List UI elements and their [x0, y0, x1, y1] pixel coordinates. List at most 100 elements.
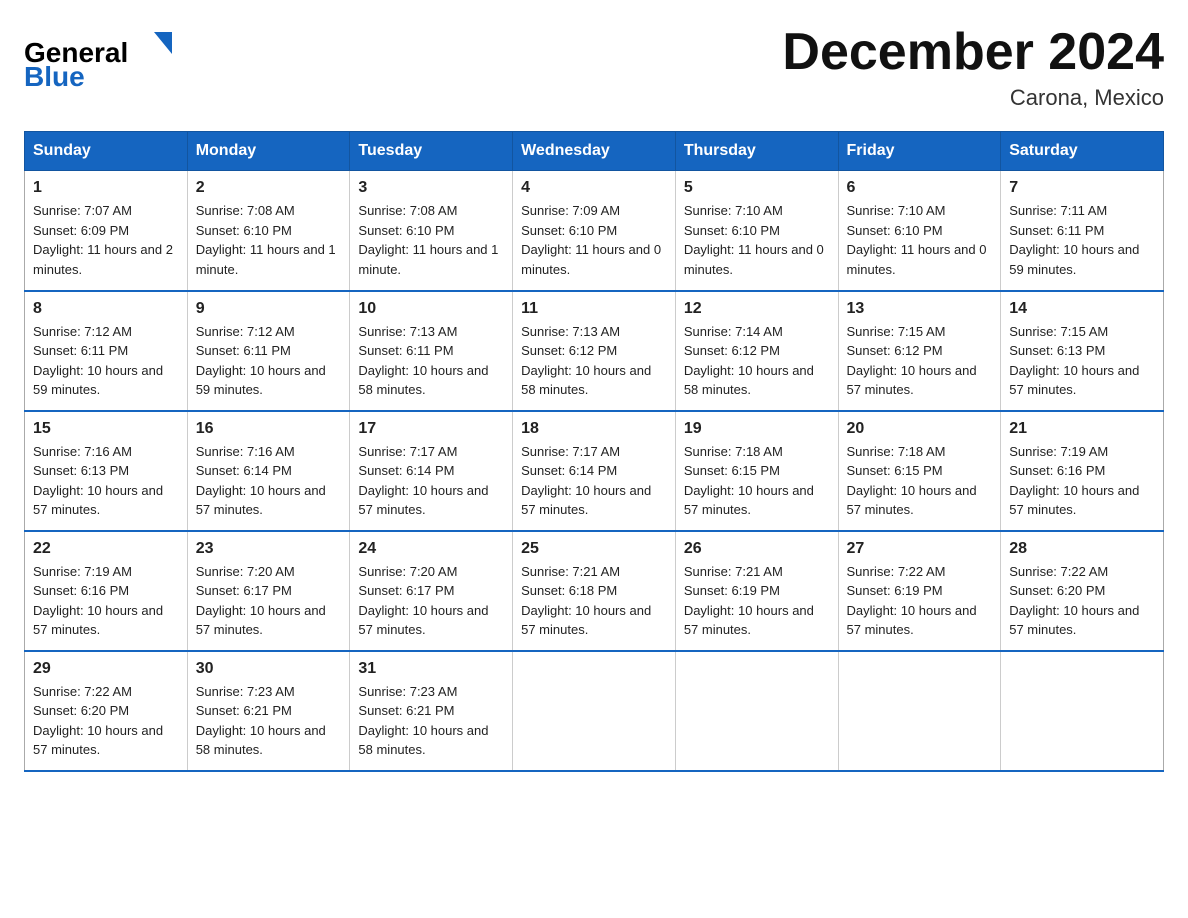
day-number: 9: [196, 300, 342, 318]
day-number: 18: [521, 420, 667, 438]
day-info: Sunrise: 7:08 AM Sunset: 6:10 PM Dayligh…: [358, 201, 504, 279]
day-info: Sunrise: 7:10 AM Sunset: 6:10 PM Dayligh…: [847, 201, 993, 279]
day-number: 20: [847, 420, 993, 438]
calendar-cell: [513, 651, 676, 771]
calendar-cell: 6 Sunrise: 7:10 AM Sunset: 6:10 PM Dayli…: [838, 171, 1001, 291]
calendar-cell: [675, 651, 838, 771]
day-info: Sunrise: 7:20 AM Sunset: 6:17 PM Dayligh…: [358, 562, 504, 640]
calendar-cell: 7 Sunrise: 7:11 AM Sunset: 6:11 PM Dayli…: [1001, 171, 1164, 291]
day-number: 25: [521, 540, 667, 558]
day-number: 23: [196, 540, 342, 558]
calendar-cell: 19 Sunrise: 7:18 AM Sunset: 6:15 PM Dayl…: [675, 411, 838, 531]
calendar-cell: 10 Sunrise: 7:13 AM Sunset: 6:11 PM Dayl…: [350, 291, 513, 411]
day-number: 30: [196, 660, 342, 678]
calendar-cell: 21 Sunrise: 7:19 AM Sunset: 6:16 PM Dayl…: [1001, 411, 1164, 531]
calendar-cell: 22 Sunrise: 7:19 AM Sunset: 6:16 PM Dayl…: [25, 531, 188, 651]
calendar-cell: 12 Sunrise: 7:14 AM Sunset: 6:12 PM Dayl…: [675, 291, 838, 411]
day-info: Sunrise: 7:13 AM Sunset: 6:11 PM Dayligh…: [358, 322, 504, 400]
calendar-cell: 24 Sunrise: 7:20 AM Sunset: 6:17 PM Dayl…: [350, 531, 513, 651]
day-number: 8: [33, 300, 179, 318]
calendar-cell: 26 Sunrise: 7:21 AM Sunset: 6:19 PM Dayl…: [675, 531, 838, 651]
calendar-cell: 14 Sunrise: 7:15 AM Sunset: 6:13 PM Dayl…: [1001, 291, 1164, 411]
header-tuesday: Tuesday: [350, 132, 513, 171]
page-header: General Blue December 2024 Carona, Mexic…: [24, 24, 1164, 111]
calendar-cell: 4 Sunrise: 7:09 AM Sunset: 6:10 PM Dayli…: [513, 171, 676, 291]
day-info: Sunrise: 7:13 AM Sunset: 6:12 PM Dayligh…: [521, 322, 667, 400]
day-number: 19: [684, 420, 830, 438]
day-info: Sunrise: 7:14 AM Sunset: 6:12 PM Dayligh…: [684, 322, 830, 400]
logo: General Blue: [24, 24, 184, 99]
day-number: 6: [847, 179, 993, 197]
day-number: 3: [358, 179, 504, 197]
header-saturday: Saturday: [1001, 132, 1164, 171]
day-info: Sunrise: 7:12 AM Sunset: 6:11 PM Dayligh…: [196, 322, 342, 400]
day-number: 5: [684, 179, 830, 197]
header-sunday: Sunday: [25, 132, 188, 171]
calendar-cell: 15 Sunrise: 7:16 AM Sunset: 6:13 PM Dayl…: [25, 411, 188, 531]
day-number: 24: [358, 540, 504, 558]
calendar-cell: 16 Sunrise: 7:16 AM Sunset: 6:14 PM Dayl…: [187, 411, 350, 531]
day-number: 27: [847, 540, 993, 558]
calendar-week-row: 15 Sunrise: 7:16 AM Sunset: 6:13 PM Dayl…: [25, 411, 1164, 531]
header-thursday: Thursday: [675, 132, 838, 171]
day-number: 4: [521, 179, 667, 197]
calendar-table: Sunday Monday Tuesday Wednesday Thursday…: [24, 131, 1164, 772]
day-number: 28: [1009, 540, 1155, 558]
day-number: 13: [847, 300, 993, 318]
calendar-cell: [838, 651, 1001, 771]
day-info: Sunrise: 7:22 AM Sunset: 6:20 PM Dayligh…: [1009, 562, 1155, 640]
day-info: Sunrise: 7:19 AM Sunset: 6:16 PM Dayligh…: [1009, 442, 1155, 520]
calendar-cell: [1001, 651, 1164, 771]
day-info: Sunrise: 7:15 AM Sunset: 6:13 PM Dayligh…: [1009, 322, 1155, 400]
day-info: Sunrise: 7:07 AM Sunset: 6:09 PM Dayligh…: [33, 201, 179, 279]
calendar-week-row: 22 Sunrise: 7:19 AM Sunset: 6:16 PM Dayl…: [25, 531, 1164, 651]
day-number: 22: [33, 540, 179, 558]
calendar-week-row: 29 Sunrise: 7:22 AM Sunset: 6:20 PM Dayl…: [25, 651, 1164, 771]
calendar-cell: 11 Sunrise: 7:13 AM Sunset: 6:12 PM Dayl…: [513, 291, 676, 411]
title-block: December 2024 Carona, Mexico: [782, 24, 1164, 111]
calendar-cell: 30 Sunrise: 7:23 AM Sunset: 6:21 PM Dayl…: [187, 651, 350, 771]
calendar-cell: 29 Sunrise: 7:22 AM Sunset: 6:20 PM Dayl…: [25, 651, 188, 771]
calendar-cell: 17 Sunrise: 7:17 AM Sunset: 6:14 PM Dayl…: [350, 411, 513, 531]
day-number: 10: [358, 300, 504, 318]
day-info: Sunrise: 7:23 AM Sunset: 6:21 PM Dayligh…: [358, 682, 504, 760]
day-number: 29: [33, 660, 179, 678]
day-number: 11: [521, 300, 667, 318]
day-number: 17: [358, 420, 504, 438]
day-info: Sunrise: 7:16 AM Sunset: 6:14 PM Dayligh…: [196, 442, 342, 520]
day-info: Sunrise: 7:23 AM Sunset: 6:21 PM Dayligh…: [196, 682, 342, 760]
day-info: Sunrise: 7:22 AM Sunset: 6:19 PM Dayligh…: [847, 562, 993, 640]
day-info: Sunrise: 7:17 AM Sunset: 6:14 PM Dayligh…: [358, 442, 504, 520]
day-number: 21: [1009, 420, 1155, 438]
logo-image: General Blue: [24, 24, 184, 99]
location: Carona, Mexico: [782, 85, 1164, 111]
calendar-cell: 25 Sunrise: 7:21 AM Sunset: 6:18 PM Dayl…: [513, 531, 676, 651]
day-info: Sunrise: 7:18 AM Sunset: 6:15 PM Dayligh…: [684, 442, 830, 520]
calendar-cell: 9 Sunrise: 7:12 AM Sunset: 6:11 PM Dayli…: [187, 291, 350, 411]
calendar-cell: 28 Sunrise: 7:22 AM Sunset: 6:20 PM Dayl…: [1001, 531, 1164, 651]
header-friday: Friday: [838, 132, 1001, 171]
calendar-body: 1 Sunrise: 7:07 AM Sunset: 6:09 PM Dayli…: [25, 171, 1164, 771]
calendar-cell: 18 Sunrise: 7:17 AM Sunset: 6:14 PM Dayl…: [513, 411, 676, 531]
day-number: 15: [33, 420, 179, 438]
month-title: December 2024: [782, 24, 1164, 81]
day-info: Sunrise: 7:11 AM Sunset: 6:11 PM Dayligh…: [1009, 201, 1155, 279]
day-number: 26: [684, 540, 830, 558]
day-number: 1: [33, 179, 179, 197]
day-info: Sunrise: 7:15 AM Sunset: 6:12 PM Dayligh…: [847, 322, 993, 400]
day-info: Sunrise: 7:17 AM Sunset: 6:14 PM Dayligh…: [521, 442, 667, 520]
calendar-week-row: 8 Sunrise: 7:12 AM Sunset: 6:11 PM Dayli…: [25, 291, 1164, 411]
day-number: 12: [684, 300, 830, 318]
calendar-cell: 31 Sunrise: 7:23 AM Sunset: 6:21 PM Dayl…: [350, 651, 513, 771]
day-number: 16: [196, 420, 342, 438]
calendar-cell: 3 Sunrise: 7:08 AM Sunset: 6:10 PM Dayli…: [350, 171, 513, 291]
calendar-week-row: 1 Sunrise: 7:07 AM Sunset: 6:09 PM Dayli…: [25, 171, 1164, 291]
day-info: Sunrise: 7:19 AM Sunset: 6:16 PM Dayligh…: [33, 562, 179, 640]
day-info: Sunrise: 7:08 AM Sunset: 6:10 PM Dayligh…: [196, 201, 342, 279]
day-number: 14: [1009, 300, 1155, 318]
day-info: Sunrise: 7:18 AM Sunset: 6:15 PM Dayligh…: [847, 442, 993, 520]
calendar-cell: 2 Sunrise: 7:08 AM Sunset: 6:10 PM Dayli…: [187, 171, 350, 291]
day-number: 31: [358, 660, 504, 678]
day-number: 7: [1009, 179, 1155, 197]
day-info: Sunrise: 7:16 AM Sunset: 6:13 PM Dayligh…: [33, 442, 179, 520]
